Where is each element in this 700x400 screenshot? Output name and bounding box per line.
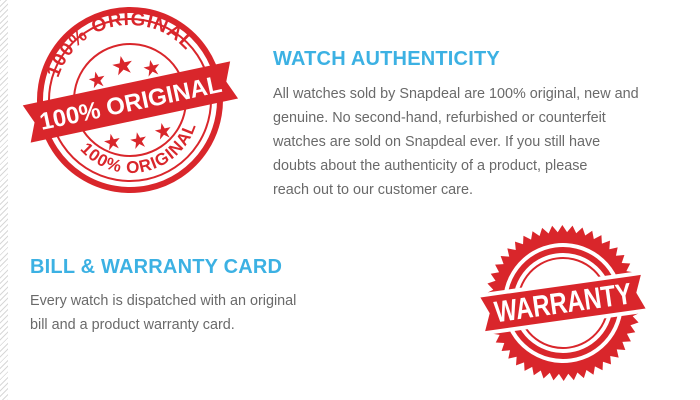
description-line: All watches sold by Snapdeal are 100% or…	[273, 86, 639, 102]
bill-warranty-title: BILL & WARRANTY CARD	[30, 256, 283, 278]
bill-warranty-description: Every watch is dispatched with an origin…	[30, 289, 330, 337]
description-line: doubts about the authenticity of a produ…	[273, 158, 588, 174]
left-edge-pattern	[0, 0, 8, 400]
description-line: Every watch is dispatched with an origin…	[30, 293, 297, 309]
description-line: bill and a product warranty card.	[30, 317, 235, 333]
bill-warranty-section: BILL & WARRANTY CARD Every watch is disp…	[30, 256, 330, 337]
original-stamp-arc-top: 100% ORIGINAL	[34, 5, 201, 84]
description-line: genuine. No second-hand, refurbished or …	[273, 110, 606, 126]
watch-authenticity-title: WATCH AUTHENTICITY	[273, 48, 500, 70]
original-stamp-logo: 100% ORIGINAL 100% ORIGINAL 100% ORIGINA…	[20, 5, 240, 195]
watch-authenticity-section: WATCH AUTHENTICITY All watches sold by S…	[273, 48, 683, 202]
warranty-stamp-logo: WARRANTY	[478, 218, 648, 388]
description-line: reach out to our customer care.	[273, 182, 473, 198]
description-line: watches are sold on Snapdeal ever. If yo…	[273, 134, 601, 150]
watch-authenticity-description: All watches sold by Snapdeal are 100% or…	[273, 82, 683, 202]
